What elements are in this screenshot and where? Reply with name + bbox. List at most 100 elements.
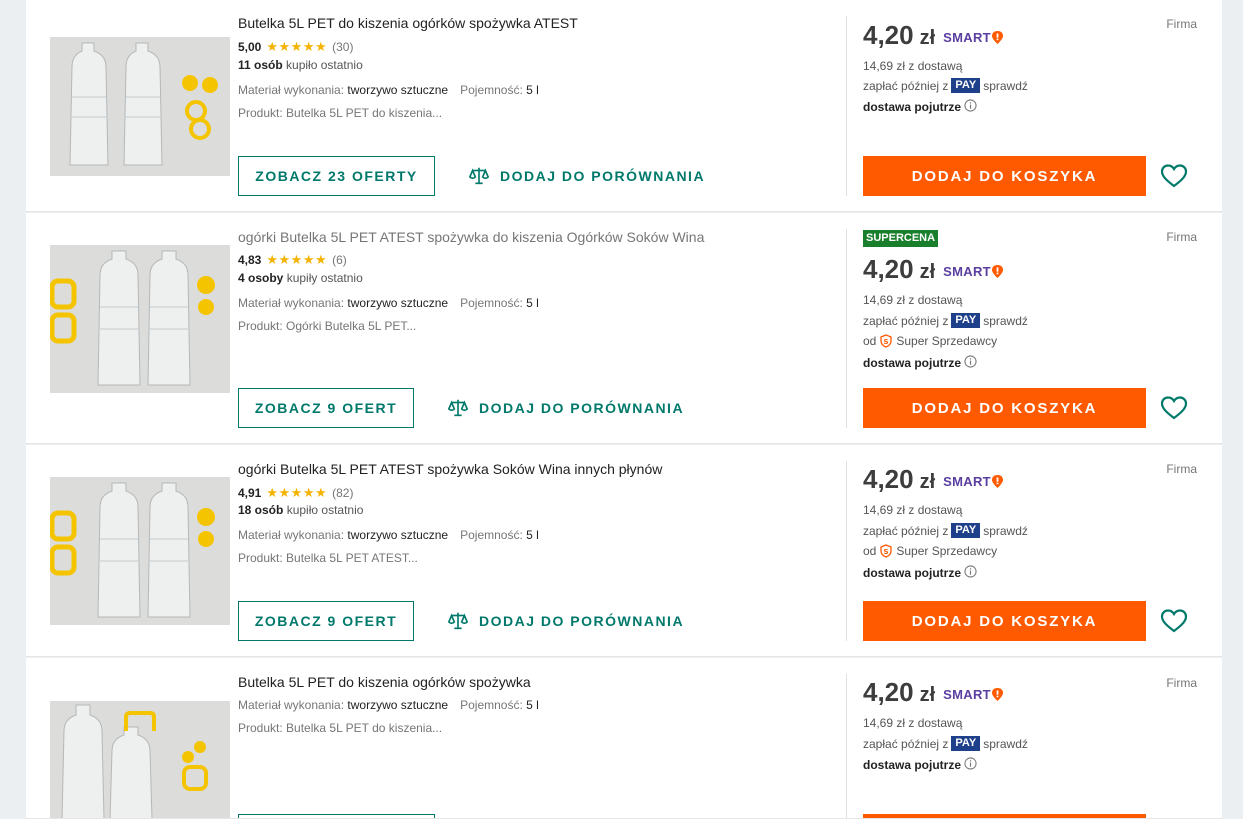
divider <box>846 674 847 818</box>
see-offers-button[interactable] <box>238 814 435 818</box>
listing-card: ogórki Butelka 5L PET ATEST spożywka Sok… <box>26 445 1222 657</box>
pay-prefix: zapłać później z <box>863 78 949 93</box>
favorite-heart-icon[interactable] <box>1159 606 1189 636</box>
smart-pin-icon <box>991 31 1003 44</box>
smart-label: SMART <box>943 30 991 45</box>
material-value: tworzywo sztuczne <box>347 698 449 712</box>
capacity-value: 5 l <box>526 83 539 97</box>
scale-icon <box>447 399 469 417</box>
recent-buyers: 4 osoby kupiły ostatnio <box>238 271 363 285</box>
rating: 4,91 ★★★★★ (82) <box>238 485 353 501</box>
pay-check-link[interactable]: sprawdź <box>983 524 1028 538</box>
price-currency: zł <box>919 27 936 49</box>
info-icon[interactable] <box>964 355 977 371</box>
info-icon[interactable] <box>964 565 977 581</box>
info-icon[interactable] <box>964 99 977 115</box>
price-value: 4,20 <box>863 254 914 284</box>
price: 4,20 zł SMART <box>863 464 1003 495</box>
divider <box>846 16 847 196</box>
product-image[interactable] <box>50 37 230 176</box>
parameters: Materiał wykonania: tworzywo sztuczne Poj… <box>238 528 539 542</box>
product-label: Produkt: <box>238 106 283 120</box>
listing-title[interactable]: Butelka 5L PET do kiszenia ogórków spoży… <box>238 15 578 31</box>
smart-badge: SMART <box>943 264 1003 279</box>
add-to-compare-button[interactable]: DODAJ DO PORÓWNANIA <box>447 601 684 641</box>
supercena-badge: SUPERCENA <box>863 230 939 247</box>
material-value: tworzywo sztuczne <box>347 83 449 97</box>
shipping-price: 14,69 zł z dostawą <box>863 716 963 730</box>
pay-later: zapłać później z PAY sprawdź <box>863 736 1028 751</box>
divider <box>846 229 847 428</box>
add-to-cart-button[interactable]: DODAJ DO KOSZYKA <box>863 156 1146 196</box>
rating-count: (6) <box>332 253 347 267</box>
super-prefix: od <box>863 544 877 558</box>
listing-title[interactable]: ogórki Butelka 5L PET ATEST spożywka do … <box>238 229 704 245</box>
pay-check-link[interactable]: sprawdź <box>983 314 1028 328</box>
price-currency: zł <box>919 471 936 493</box>
add-to-cart-button[interactable] <box>863 814 1146 818</box>
parameters: Materiał wykonania: tworzywo sztuczne Poj… <box>238 698 539 712</box>
favorite-heart-icon[interactable] <box>1159 161 1189 191</box>
buyers-text: kupiło ostatnio <box>286 58 363 72</box>
listing-card: Butelka 5L PET do kiszenia ogórków spoży… <box>26 658 1222 819</box>
delivery-text: dostawa pojutrze <box>863 100 962 114</box>
see-offers-button[interactable]: ZOBACZ 9 OFERT <box>238 601 414 641</box>
add-to-compare-button[interactable]: DODAJ DO PORÓWNANIA <box>468 156 705 196</box>
delivery-text: dostawa pojutrze <box>863 356 962 370</box>
shipping-price: 14,69 zł z dostawą <box>863 503 963 517</box>
pay-check-link[interactable]: sprawdź <box>983 737 1028 751</box>
listing-title[interactable]: ogórki Butelka 5L PET ATEST spożywka Sok… <box>238 461 662 477</box>
delivery-line: dostawa pojutrze <box>863 355 977 371</box>
add-to-cart-button[interactable]: DODAJ DO KOSZYKA <box>863 388 1146 428</box>
rating-score: 5,00 <box>238 40 262 54</box>
add-to-cart-button[interactable]: DODAJ DO KOSZYKA <box>863 601 1146 641</box>
scale-icon <box>447 612 469 630</box>
super-label: Super Sprzedawcy <box>896 544 998 558</box>
buyers-text: kupiło ostatnio <box>286 503 364 517</box>
listing-card: ogórki Butelka 5L PET ATEST spożywka do … <box>26 213 1222 444</box>
pay-badge: PAY <box>951 313 981 328</box>
material-value: tworzywo sztuczne <box>347 528 449 542</box>
star-icons: ★★★★★ <box>266 39 328 54</box>
smart-badge: SMART <box>943 30 1003 45</box>
product-image[interactable] <box>50 245 230 393</box>
material-value: tworzywo sztuczne <box>347 296 449 310</box>
see-offers-button[interactable]: ZOBACZ 23 OFERTY <box>238 156 435 196</box>
pay-check-link[interactable]: sprawdź <box>983 79 1028 93</box>
product-line: Produkt: Butelka 5L PET ATEST... <box>238 551 418 565</box>
info-icon[interactable] <box>964 757 977 773</box>
parameters: Materiał wykonania: tworzywo sztuczne Poj… <box>238 296 539 310</box>
delivery-line: dostawa pojutrze <box>863 565 977 581</box>
rating-score: 4,83 <box>238 253 262 267</box>
listing-title[interactable]: Butelka 5L PET do kiszenia ogórków spoży… <box>238 674 531 690</box>
capacity-label: Pojemność: <box>460 296 523 310</box>
price: 4,20 zł SMART <box>863 677 1003 708</box>
add-to-compare-button[interactable]: DODAJ DO PORÓWNANIA <box>447 388 684 428</box>
rating: 4,83 ★★★★★ (6) <box>238 252 347 268</box>
price: 4,20 zł SMART <box>863 20 1003 51</box>
product-name: Butelka 5L PET do kiszenia... <box>286 106 443 120</box>
star-icons: ★★★★★ <box>266 252 328 267</box>
compare-label: DODAJ DO PORÓWNANIA <box>479 613 685 629</box>
see-offers-button[interactable]: ZOBACZ 9 OFERT <box>238 388 414 428</box>
scale-icon <box>468 167 490 185</box>
pay-prefix: zapłać później z <box>863 523 949 538</box>
smart-pin-icon <box>991 265 1003 278</box>
super-seller-icon: S <box>880 544 893 558</box>
product-line: Produkt: Butelka 5L PET do kiszenia... <box>238 721 442 735</box>
product-image[interactable] <box>50 477 230 625</box>
rating-score: 4,91 <box>238 486 262 500</box>
favorite-heart-icon[interactable] <box>1159 393 1189 423</box>
product-line: Produkt: Ogórki Butelka 5L PET... <box>238 319 416 333</box>
product-name: Butelka 5L PET ATEST... <box>286 551 418 565</box>
buyers-text: kupiły ostatnio <box>286 271 363 285</box>
product-label: Produkt: <box>238 551 283 565</box>
smart-pin-icon <box>991 475 1003 488</box>
smart-label: SMART <box>943 687 991 702</box>
smart-pin-icon <box>991 688 1003 701</box>
super-seller: od S Super Sprzedawcy <box>863 544 997 558</box>
pay-prefix: zapłać później z <box>863 736 949 751</box>
delivery-text: dostawa pojutrze <box>863 566 962 580</box>
product-image[interactable] <box>50 701 230 818</box>
price: 4,20 zł SMART <box>863 254 1003 285</box>
